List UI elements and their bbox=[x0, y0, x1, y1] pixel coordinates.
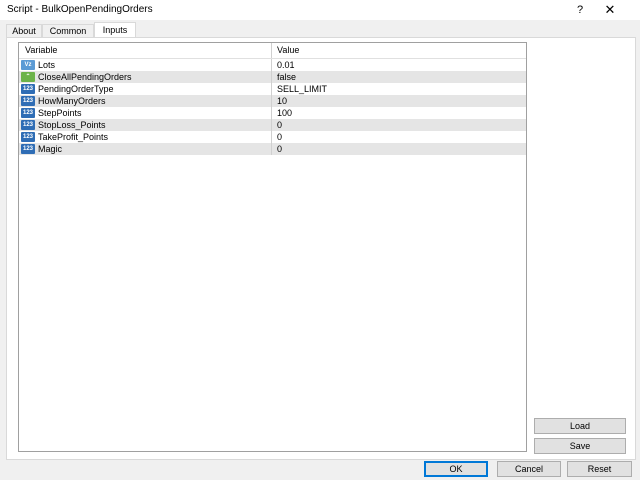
variable-name: Lots bbox=[38, 60, 56, 70]
cancel-button[interactable]: Cancel bbox=[497, 461, 561, 477]
variable-name: StepPoints bbox=[38, 108, 82, 118]
help-button[interactable]: ? bbox=[568, 2, 592, 18]
variable-name: CloseAllPendingOrders bbox=[38, 72, 132, 82]
variable-value[interactable]: 100 bbox=[277, 107, 292, 119]
column-header-variable[interactable]: Variable bbox=[25, 43, 57, 58]
integer-type-icon: 123 bbox=[21, 120, 35, 130]
inputs-grid: Variable Value Vz Lots 0.01 ⌃ CloseAllPe… bbox=[18, 42, 527, 452]
tab-common[interactable]: Common bbox=[42, 24, 94, 38]
variable-name: HowManyOrders bbox=[38, 96, 106, 106]
double-type-icon: Vz bbox=[21, 60, 35, 70]
table-row[interactable]: 123 TakeProfit_Points 0 bbox=[19, 131, 526, 143]
table-row[interactable]: 123 StepPoints 100 bbox=[19, 107, 526, 119]
variable-name: TakeProfit_Points bbox=[38, 132, 109, 142]
column-divider bbox=[271, 119, 272, 131]
title-bar: Script - BulkOpenPendingOrders ? ✕ bbox=[0, 0, 640, 20]
grid-header: Variable Value bbox=[19, 43, 526, 59]
column-divider bbox=[271, 131, 272, 143]
variable-value[interactable]: SELL_LIMIT bbox=[277, 83, 327, 95]
variable-name: PendingOrderType bbox=[38, 84, 114, 94]
ok-button[interactable]: OK bbox=[424, 461, 488, 477]
save-button[interactable]: Save bbox=[534, 438, 626, 454]
load-button[interactable]: Load bbox=[534, 418, 626, 434]
table-row[interactable]: 123 HowManyOrders 10 bbox=[19, 95, 526, 107]
integer-type-icon: 123 bbox=[21, 132, 35, 142]
variable-name: Magic bbox=[38, 144, 63, 154]
column-divider[interactable] bbox=[271, 43, 272, 58]
column-divider bbox=[271, 59, 272, 71]
tab-about[interactable]: About bbox=[6, 24, 42, 38]
table-row[interactable]: 123 StopLoss_Points 0 bbox=[19, 119, 526, 131]
inputs-panel: Variable Value Vz Lots 0.01 ⌃ CloseAllPe… bbox=[6, 37, 636, 460]
reset-button[interactable]: Reset bbox=[567, 461, 632, 477]
variable-value[interactable]: 0 bbox=[277, 143, 282, 155]
column-header-value[interactable]: Value bbox=[277, 43, 299, 58]
column-divider bbox=[271, 95, 272, 107]
column-divider bbox=[271, 71, 272, 83]
table-row[interactable]: ⌃ CloseAllPendingOrders false bbox=[19, 71, 526, 83]
variable-value[interactable]: 10 bbox=[277, 95, 287, 107]
variable-name: StopLoss_Points bbox=[38, 120, 106, 130]
close-button[interactable]: ✕ bbox=[598, 2, 622, 18]
integer-type-icon: 123 bbox=[21, 84, 35, 94]
variable-value[interactable]: false bbox=[277, 71, 296, 83]
integer-type-icon: 123 bbox=[21, 108, 35, 118]
integer-type-icon: 123 bbox=[21, 96, 35, 106]
variable-value[interactable]: 0 bbox=[277, 131, 282, 143]
variable-value[interactable]: 0.01 bbox=[277, 59, 295, 71]
boolean-type-icon: ⌃ bbox=[21, 72, 35, 82]
column-divider bbox=[271, 83, 272, 95]
integer-type-icon: 123 bbox=[21, 144, 35, 154]
table-row[interactable]: Vz Lots 0.01 bbox=[19, 59, 526, 71]
column-divider bbox=[271, 143, 272, 155]
tab-inputs[interactable]: Inputs bbox=[94, 22, 136, 38]
table-row[interactable]: 123 PendingOrderType SELL_LIMIT bbox=[19, 83, 526, 95]
window-title: Script - BulkOpenPendingOrders bbox=[7, 4, 153, 15]
column-divider bbox=[271, 107, 272, 119]
variable-value[interactable]: 0 bbox=[277, 119, 282, 131]
table-row[interactable]: 123 Magic 0 bbox=[19, 143, 526, 155]
